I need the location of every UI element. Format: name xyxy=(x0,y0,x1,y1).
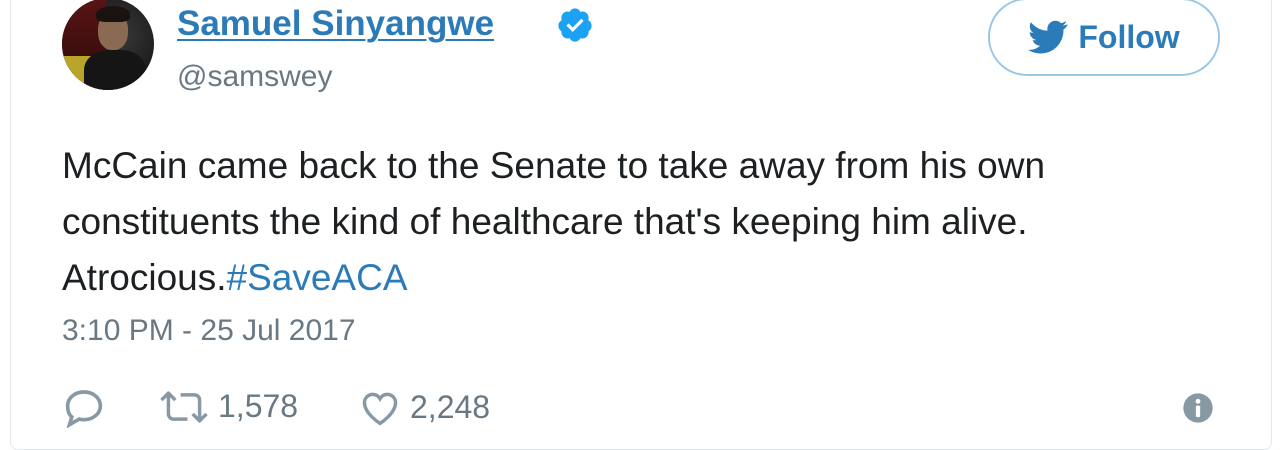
verified-badge-icon xyxy=(558,8,592,42)
retweet-count: 1,578 xyxy=(218,388,299,424)
retweet-button[interactable]: 1,578 xyxy=(158,388,298,425)
like-button[interactable]: 2,248 xyxy=(358,388,490,426)
author-name-link[interactable]: Samuel Sinyangwe xyxy=(177,4,494,44)
follow-button-label: Follow xyxy=(1078,18,1180,55)
author-handle[interactable]: @samswey xyxy=(177,60,332,94)
avatar-figure-hair xyxy=(96,6,130,22)
avatar[interactable] xyxy=(62,0,154,90)
reply-button[interactable] xyxy=(62,388,106,428)
hashtag-link[interactable]: #SaveACA xyxy=(227,257,408,298)
tweet-text: McCain came back to the Senate to take a… xyxy=(62,138,1222,306)
retweet-icon xyxy=(160,390,208,423)
reply-icon xyxy=(65,390,103,428)
heart-icon xyxy=(362,392,398,426)
avatar-figure-body xyxy=(84,50,146,90)
twitter-bird-icon xyxy=(1028,20,1068,54)
tweet-timestamp[interactable]: 3:10 PM - 25 Jul 2017 xyxy=(62,314,356,348)
follow-button[interactable]: Follow xyxy=(988,0,1220,76)
info-icon[interactable] xyxy=(1182,392,1214,424)
like-count: 2,248 xyxy=(410,388,491,425)
tweet-body: McCain came back to the Senate to take a… xyxy=(62,145,1046,298)
